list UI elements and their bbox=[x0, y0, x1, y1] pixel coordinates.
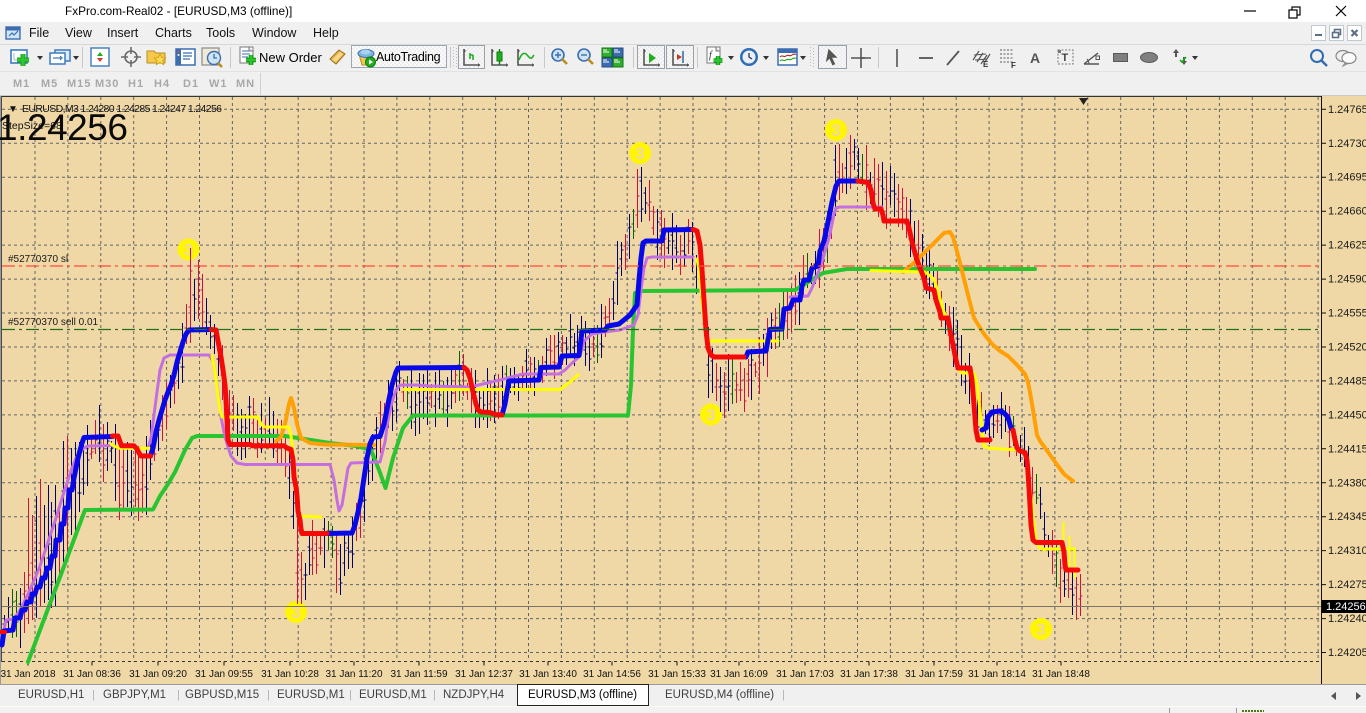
svg-text:F: F bbox=[1011, 61, 1016, 70]
svg-text:31 Jan 17:03: 31 Jan 17:03 bbox=[776, 669, 834, 680]
svg-text:31 Jan 16:09: 31 Jan 16:09 bbox=[710, 669, 768, 680]
svg-text:31 Jan 11:20: 31 Jan 11:20 bbox=[325, 669, 383, 680]
svg-text:31 Jan 18:14: 31 Jan 18:14 bbox=[968, 669, 1026, 680]
svg-text:#52770370 sell 0.01: #52770370 sell 0.01 bbox=[8, 317, 99, 328]
svg-text:1.24345: 1.24345 bbox=[1328, 511, 1366, 523]
svg-text:1.24205: 1.24205 bbox=[1328, 647, 1366, 659]
svg-text:1.24275: 1.24275 bbox=[1328, 579, 1366, 591]
svg-text:1.24520: 1.24520 bbox=[1328, 342, 1366, 354]
svg-text:31 Jan 18:48: 31 Jan 18:48 bbox=[1032, 669, 1090, 680]
svg-text:1.24625: 1.24625 bbox=[1328, 240, 1366, 252]
svg-text:1.24660: 1.24660 bbox=[1328, 206, 1366, 218]
svg-text:1.24415: 1.24415 bbox=[1328, 443, 1366, 455]
svg-text:3: 3 bbox=[635, 144, 644, 163]
svg-text:1.24310: 1.24310 bbox=[1328, 545, 1366, 557]
svg-text:1.24485: 1.24485 bbox=[1328, 375, 1366, 387]
svg-text:31 Jan 2018: 31 Jan 2018 bbox=[0, 669, 55, 680]
svg-text:3: 3 bbox=[1036, 620, 1045, 639]
svg-text:1.24256: 1.24256 bbox=[1326, 601, 1366, 613]
svg-text:1.24256: 1.24256 bbox=[0, 107, 128, 148]
svg-text:31 Jan 11:59: 31 Jan 11:59 bbox=[390, 669, 448, 680]
svg-text:3: 3 bbox=[291, 603, 300, 622]
svg-text:31 Jan 17:38: 31 Jan 17:38 bbox=[840, 669, 898, 680]
svg-text:31 Jan 09:55: 31 Jan 09:55 bbox=[195, 669, 253, 680]
svg-text:1.24380: 1.24380 bbox=[1328, 477, 1366, 489]
svg-text:1.24590: 1.24590 bbox=[1328, 274, 1366, 286]
svg-text:E: E bbox=[983, 60, 989, 69]
svg-text:1.24240: 1.24240 bbox=[1328, 613, 1366, 625]
svg-text:31 Jan 17:59: 31 Jan 17:59 bbox=[905, 669, 963, 680]
svg-text:31 Jan 09:20: 31 Jan 09:20 bbox=[129, 669, 187, 680]
svg-text:1.24765: 1.24765 bbox=[1328, 104, 1366, 116]
svg-text:31 Jan 12:37: 31 Jan 12:37 bbox=[455, 669, 513, 680]
svg-text:1.24695: 1.24695 bbox=[1328, 172, 1366, 184]
svg-text:1.24730: 1.24730 bbox=[1328, 138, 1366, 150]
svg-text:1.24555: 1.24555 bbox=[1328, 308, 1366, 320]
svg-text:T: T bbox=[1062, 52, 1069, 64]
svg-text:31 Jan 10:28: 31 Jan 10:28 bbox=[261, 669, 319, 680]
svg-text:3: 3 bbox=[184, 241, 193, 260]
svg-text:1.24450: 1.24450 bbox=[1328, 409, 1366, 421]
svg-text:3: 3 bbox=[706, 406, 715, 425]
svg-text:31 Jan 14:56: 31 Jan 14:56 bbox=[583, 669, 641, 680]
svg-text:3: 3 bbox=[831, 121, 840, 140]
svg-text:31 Jan 13:40: 31 Jan 13:40 bbox=[519, 669, 577, 680]
svg-text:31 Jan 15:33: 31 Jan 15:33 bbox=[648, 669, 706, 680]
svg-text:31 Jan 08:36: 31 Jan 08:36 bbox=[63, 669, 121, 680]
svg-text:#52770370 sl: #52770370 sl bbox=[8, 254, 68, 265]
